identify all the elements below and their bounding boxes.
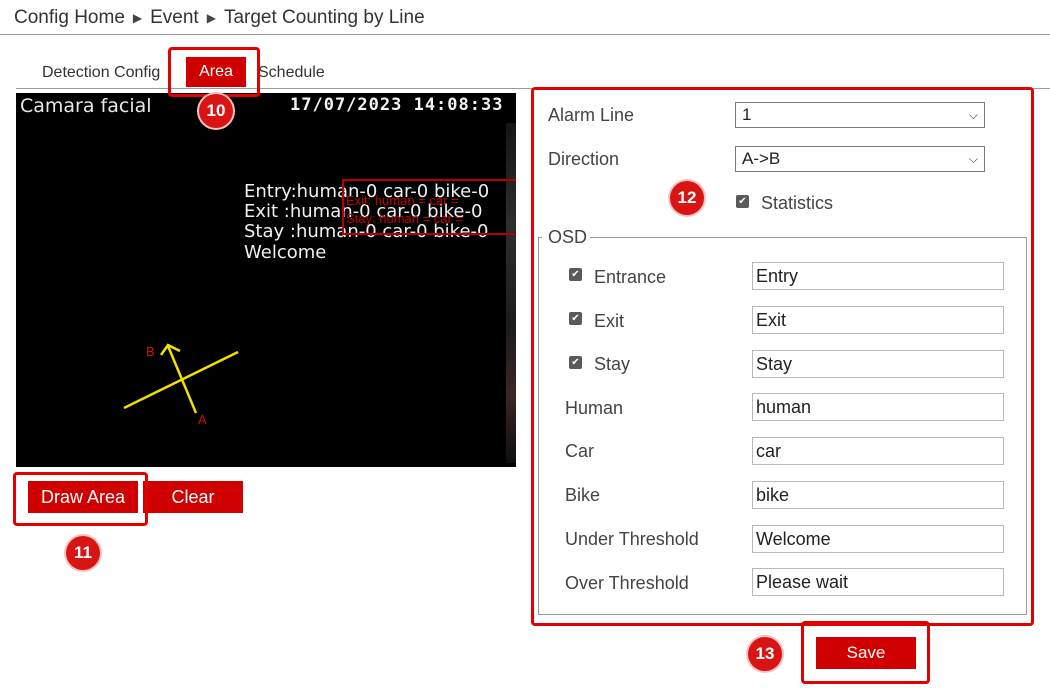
direction-label: Direction bbox=[548, 149, 620, 169]
osd-fieldset-border bbox=[538, 614, 1027, 615]
entrance-input[interactable]: Entry bbox=[752, 262, 1004, 290]
statistics-label: Statistics bbox=[761, 193, 834, 213]
direction-select[interactable]: A->B ⌵ bbox=[735, 146, 985, 172]
direction-value: A->B bbox=[742, 149, 781, 168]
bike-input[interactable]: bike bbox=[752, 481, 1004, 509]
exit-checkbox[interactable]: ✔ bbox=[569, 312, 582, 325]
car-input[interactable]: car bbox=[752, 437, 1004, 465]
stay-checkbox[interactable]: ✔ bbox=[569, 356, 582, 369]
osd-fieldset-border bbox=[1026, 237, 1027, 614]
counting-line[interactable] bbox=[16, 93, 516, 467]
draw-area-button[interactable]: Draw Area bbox=[28, 481, 138, 513]
save-button[interactable]: Save bbox=[816, 637, 916, 669]
exit-input[interactable]: Exit bbox=[752, 306, 1004, 334]
stay-label: Stay bbox=[594, 354, 631, 374]
line-label-a: A bbox=[198, 412, 207, 427]
over-threshold-label: Over Threshold bbox=[565, 573, 689, 593]
statistics-checkbox[interactable]: ✔ bbox=[736, 195, 749, 208]
under-threshold-label: Under Threshold bbox=[565, 529, 699, 549]
step-badge-10: 10 bbox=[199, 94, 233, 128]
alarm-line-select[interactable]: 1 ⌵ bbox=[735, 102, 985, 128]
tab-schedule[interactable]: Schedule bbox=[258, 64, 325, 82]
chevron-down-icon: ⌵ bbox=[968, 152, 978, 166]
tab-divider bbox=[16, 88, 1050, 89]
alarm-line-label: Alarm Line bbox=[548, 105, 635, 125]
breadcrumb-separator-icon: ▶ bbox=[132, 11, 143, 25]
bike-label: Bike bbox=[565, 485, 601, 505]
line-label-b: B bbox=[146, 344, 155, 359]
tab-detection-config[interactable]: Detection Config bbox=[42, 64, 160, 82]
car-label: Car bbox=[565, 441, 595, 461]
alarm-line-value: 1 bbox=[742, 105, 752, 124]
step-badge-13: 13 bbox=[748, 637, 782, 671]
video-preview[interactable]: Camara facial 17/07/2023 14:08:33 Entry:… bbox=[16, 93, 516, 467]
under-threshold-input[interactable]: Welcome bbox=[752, 525, 1004, 553]
step-badge-12: 12 bbox=[670, 181, 704, 215]
breadcrumb-separator-icon: ▶ bbox=[206, 11, 216, 25]
human-label: Human bbox=[565, 398, 624, 418]
breadcrumb: Config Home ▶ Event ▶ Target Counting by… bbox=[14, 6, 425, 30]
osd-title: OSD bbox=[548, 227, 588, 247]
over-threshold-input[interactable]: Please wait bbox=[752, 568, 1004, 596]
breadcrumb-event[interactable]: Event bbox=[150, 7, 199, 29]
breadcrumb-current-page: Target Counting by Line bbox=[223, 7, 425, 28]
breadcrumb-config-home[interactable]: Config Home bbox=[14, 7, 125, 29]
header-divider bbox=[0, 34, 1050, 35]
human-input[interactable]: human bbox=[752, 393, 1004, 421]
tab-bar: Detection Config Area Schedule bbox=[0, 54, 1050, 90]
osd-fieldset-border bbox=[538, 237, 539, 614]
exit-label: Exit bbox=[594, 311, 625, 331]
tab-area[interactable]: Area bbox=[186, 57, 246, 87]
step-badge-11: 11 bbox=[66, 536, 100, 570]
osd-fieldset-border bbox=[590, 237, 1027, 238]
chevron-down-icon: ⌵ bbox=[968, 108, 978, 122]
entrance-checkbox[interactable]: ✔ bbox=[569, 268, 582, 281]
clear-button[interactable]: Clear bbox=[143, 481, 243, 513]
entrance-label: Entrance bbox=[594, 267, 667, 287]
stay-input[interactable]: Stay bbox=[752, 350, 1004, 378]
